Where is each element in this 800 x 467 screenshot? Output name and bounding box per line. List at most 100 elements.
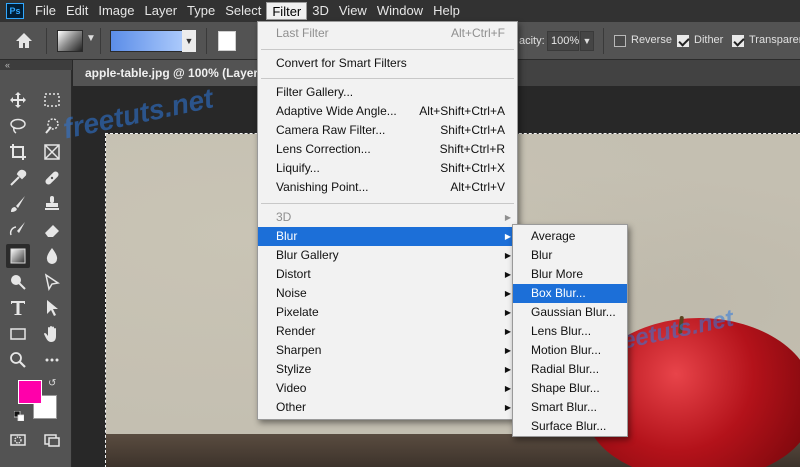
collapse-panel-icon[interactable]: « xyxy=(0,60,72,70)
transparency-label: Transparenc xyxy=(749,34,800,46)
menu-item-label: Average xyxy=(531,229,576,243)
filter-menu-item[interactable]: Liquify... Shift+Ctrl+X xyxy=(258,159,517,178)
menu-3d[interactable]: 3D xyxy=(307,2,334,20)
chevron-down-icon[interactable]: ▼ xyxy=(182,30,196,52)
pen-tool-icon[interactable] xyxy=(40,270,64,294)
reverse-checkbox[interactable] xyxy=(614,35,626,47)
chevron-down-icon[interactable]: ▼ xyxy=(580,31,594,51)
clone-stamp-tool-icon[interactable] xyxy=(40,192,64,216)
opacity-input[interactable]: 100% xyxy=(547,31,579,51)
submenu-arrow-icon: ▶ xyxy=(504,327,511,336)
menu-view[interactable]: View xyxy=(334,2,372,20)
dither-checkbox[interactable] xyxy=(677,35,689,47)
menu-type[interactable]: Type xyxy=(182,2,220,20)
menu-item-shortcut: Alt+Ctrl+F xyxy=(450,26,505,40)
filter-menu-item[interactable]: Blur Gallery ▶ xyxy=(258,246,517,265)
transparency-checkbox[interactable] xyxy=(732,35,744,47)
menu-filter[interactable]: Filter xyxy=(266,2,308,20)
default-colors-icon[interactable] xyxy=(13,410,25,422)
filter-menu-item[interactable]: Video ▶ xyxy=(258,379,517,398)
submenu-arrow-icon: ▶ xyxy=(504,308,511,317)
blur-menu-item[interactable]: Motion Blur... xyxy=(513,341,627,360)
blur-menu-item[interactable]: Smart Blur... xyxy=(513,398,627,417)
blur-menu-item[interactable]: Lens Blur... xyxy=(513,322,627,341)
home-icon[interactable] xyxy=(14,31,36,51)
document-tab[interactable]: apple-table.jpg @ 100% (Layer 0, xyxy=(73,60,263,86)
filter-menu-item[interactable]: Camera Raw Filter... Shift+Ctrl+A xyxy=(258,121,517,140)
linear-gradient-button[interactable] xyxy=(218,31,236,51)
swap-colors-icon[interactable]: ↺ xyxy=(48,378,56,389)
crop-tool-icon[interactable] xyxy=(6,140,30,164)
filter-menu-item[interactable]: Stylize ▶ xyxy=(258,360,517,379)
menu-item-label: Radial Blur... xyxy=(531,362,600,376)
menu-edit[interactable]: Edit xyxy=(61,2,93,20)
menu-image[interactable]: Image xyxy=(93,2,139,20)
menu-item-label: Smart Blur... xyxy=(531,400,598,414)
brush-tool-icon[interactable] xyxy=(6,192,30,216)
menu-separator xyxy=(261,78,514,79)
blur-menu-item[interactable]: Average xyxy=(513,227,627,246)
zoom-tool-icon[interactable] xyxy=(6,348,30,372)
tool-preset-picker[interactable] xyxy=(57,30,83,52)
dither-label: Dither xyxy=(694,34,724,46)
lasso-tool-icon[interactable] xyxy=(6,114,30,138)
dodge-tool-icon[interactable] xyxy=(6,270,30,294)
filter-menu-item[interactable]: Other ▶ xyxy=(258,398,517,417)
reverse-label: Reverse xyxy=(631,34,672,46)
divider xyxy=(100,28,101,54)
menu-layer[interactable]: Layer xyxy=(140,2,183,20)
blur-menu-item-box-blur[interactable]: Box Blur... xyxy=(513,284,627,303)
filter-menu-item[interactable]: Sharpen ▶ xyxy=(258,341,517,360)
filter-menu-item[interactable]: Vanishing Point... Alt+Ctrl+V xyxy=(258,178,517,197)
filter-menu-item[interactable]: Filter Gallery... xyxy=(258,83,517,102)
blur-menu-item[interactable]: Surface Blur... xyxy=(513,417,627,436)
filter-menu-item[interactable]: Pixelate ▶ xyxy=(258,303,517,322)
menu-window[interactable]: Window xyxy=(372,2,428,20)
blur-menu-item[interactable]: Blur More xyxy=(513,265,627,284)
filter-menu-item[interactable]: Distort ▶ xyxy=(258,265,517,284)
filter-menu-item[interactable]: Noise ▶ xyxy=(258,284,517,303)
menu-item-label: Other xyxy=(276,400,307,414)
frame-tool-icon[interactable] xyxy=(40,140,64,164)
more-tools-icon[interactable] xyxy=(40,348,64,372)
menu-item-label: Blur xyxy=(276,229,298,243)
quick-mask-icon[interactable] xyxy=(6,428,30,452)
foreground-color-swatch[interactable] xyxy=(18,380,42,404)
menu-select[interactable]: Select xyxy=(220,2,266,20)
filter-menu-item[interactable]: Lens Correction... Shift+Ctrl+R xyxy=(258,140,517,159)
healing-brush-tool-icon[interactable] xyxy=(40,166,64,190)
menu-item-label: Vanishing Point... xyxy=(276,180,369,194)
blur-tool-icon[interactable] xyxy=(40,244,64,268)
hand-tool-icon[interactable] xyxy=(40,322,64,346)
menu-item-label: Adaptive Wide Angle... xyxy=(276,104,397,118)
eyedropper-tool-icon[interactable] xyxy=(6,166,30,190)
blur-menu-item[interactable]: Gaussian Blur... xyxy=(513,303,627,322)
filter-menu-item-blur[interactable]: Blur ▶ xyxy=(258,227,517,246)
filter-menu-item: Last Filter Alt+Ctrl+F xyxy=(258,24,517,43)
menu-item-label: Blur More xyxy=(531,267,584,281)
submenu-arrow-icon: ▶ xyxy=(504,403,511,412)
marquee-tool-icon[interactable] xyxy=(40,88,64,112)
menu-item-label: Blur Gallery xyxy=(276,248,339,262)
menu-help[interactable]: Help xyxy=(428,2,465,20)
chevron-down-icon[interactable]: ▼ xyxy=(86,33,96,44)
menu-file[interactable]: File xyxy=(30,2,61,20)
eraser-tool-icon[interactable] xyxy=(40,218,64,242)
move-tool-icon[interactable] xyxy=(6,88,30,112)
screen-mode-icon[interactable] xyxy=(40,428,64,452)
filter-menu-item[interactable]: Convert for Smart Filters xyxy=(258,54,517,73)
filter-menu-item[interactable]: Render ▶ xyxy=(258,322,517,341)
history-brush-tool-icon[interactable] xyxy=(6,218,30,242)
type-tool-icon[interactable] xyxy=(6,296,30,320)
filter-menu-item[interactable]: Adaptive Wide Angle... Alt+Shift+Ctrl+A xyxy=(258,102,517,121)
menu-item-shortcut: Alt+Ctrl+V xyxy=(450,180,505,194)
path-selection-tool-icon[interactable] xyxy=(40,296,64,320)
blur-menu-item[interactable]: Shape Blur... xyxy=(513,379,627,398)
menu-item-label: Video xyxy=(276,381,307,395)
menu-item-label: 3D xyxy=(276,210,292,224)
blur-menu-item[interactable]: Radial Blur... xyxy=(513,360,627,379)
blur-menu-item[interactable]: Blur xyxy=(513,246,627,265)
rectangle-tool-icon[interactable] xyxy=(6,322,30,346)
menu-item-label: Convert for Smart Filters xyxy=(276,56,407,70)
gradient-tool-icon[interactable] xyxy=(6,244,30,268)
